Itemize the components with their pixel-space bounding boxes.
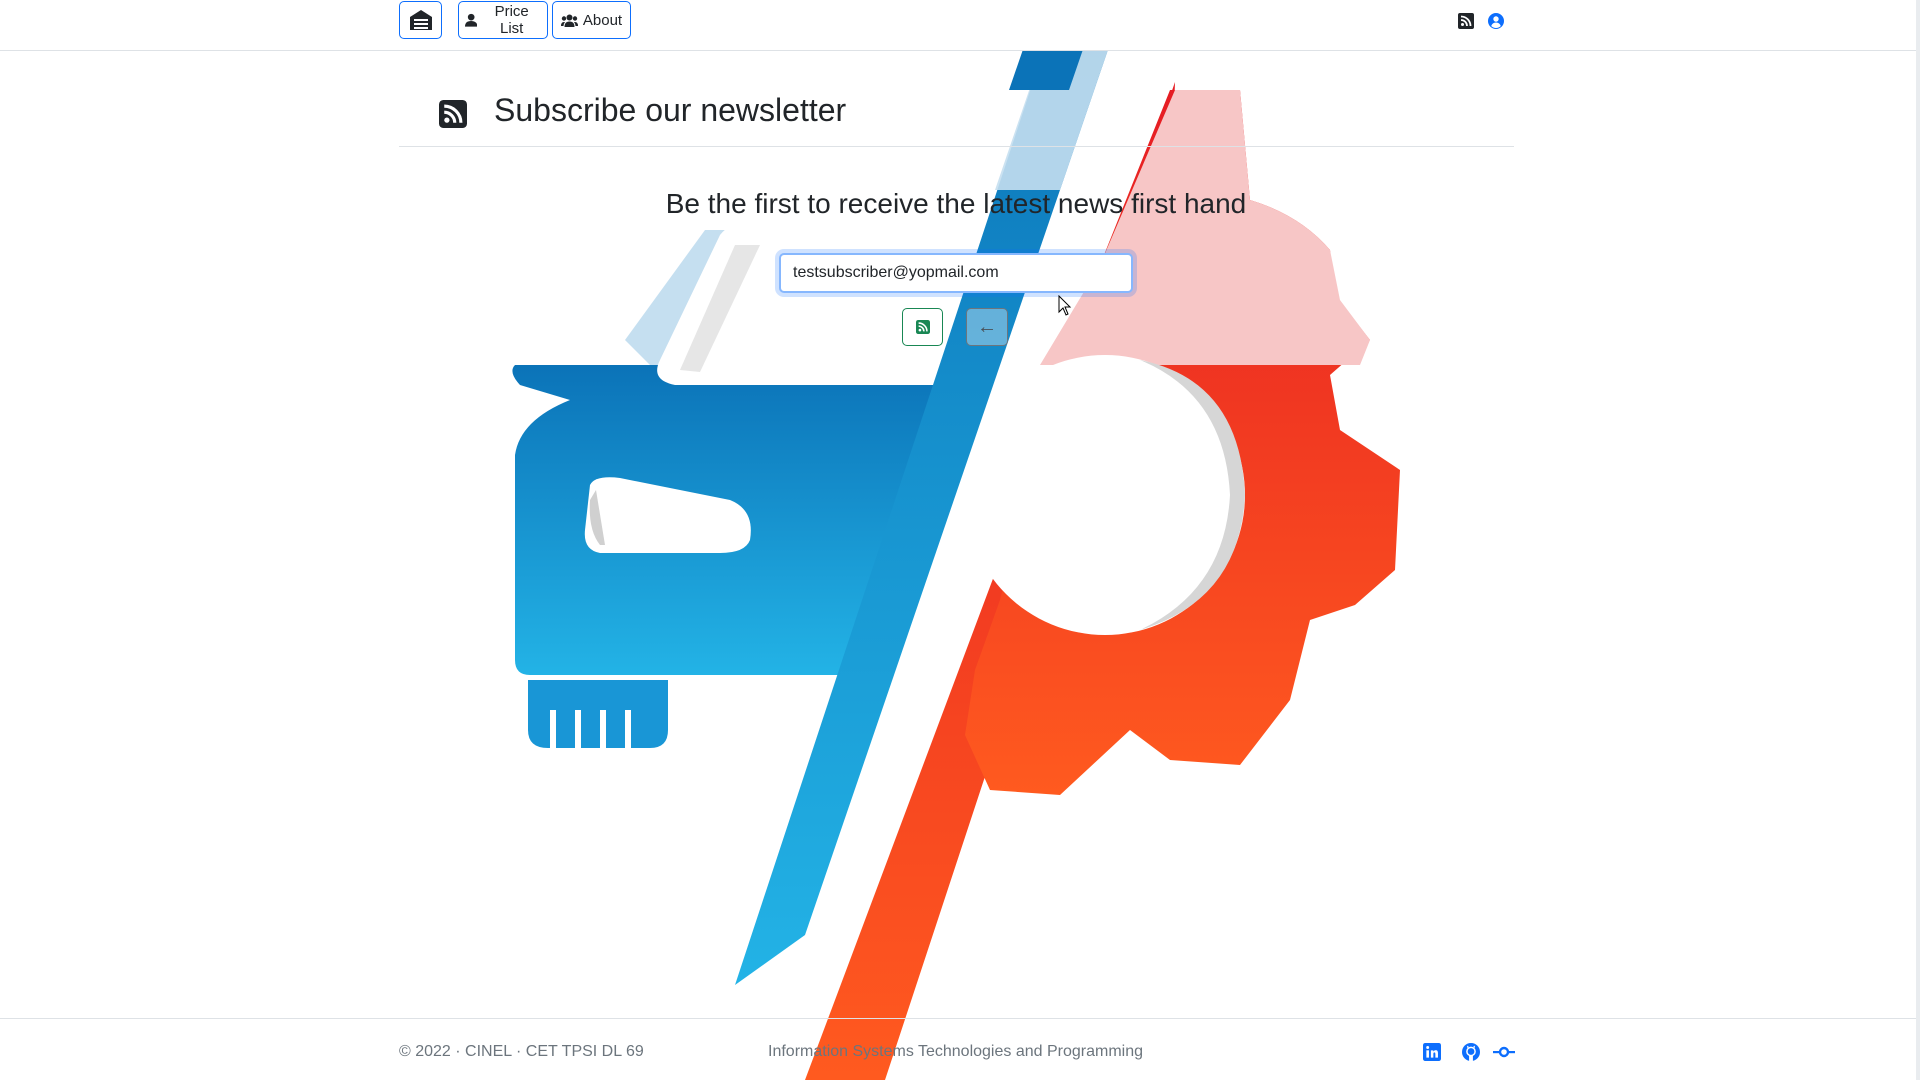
linkedin-icon[interactable] <box>1423 1043 1441 1061</box>
price-list-label: Price List <box>494 3 529 37</box>
top-navbar: Price List About <box>0 0 1920 51</box>
page-title: Subscribe our newsletter <box>494 92 847 128</box>
user-circle-icon[interactable] <box>1488 13 1504 29</box>
subscribe-button[interactable] <box>902 308 943 346</box>
rss-icon[interactable] <box>1458 13 1474 29</box>
garage-icon <box>409 10 432 30</box>
price-list-button[interactable]: Price List <box>458 1 548 39</box>
page-header: Subscribe our newsletter <box>399 88 1514 147</box>
email-input[interactable] <box>779 253 1133 293</box>
github-icon[interactable] <box>1462 1043 1480 1061</box>
scrollbar[interactable] <box>1916 0 1920 1080</box>
footer-copyright: © 2022 · CINEL · CET TPSI DL 69 <box>399 1043 644 1060</box>
background-logo <box>512 0 1400 1080</box>
lead-text: Be the first to receive the latest news … <box>665 188 1247 219</box>
user-tie-icon <box>465 13 478 27</box>
back-arrow-icon: ← <box>977 315 997 338</box>
home-button[interactable] <box>399 1 442 39</box>
about-label: About <box>582 11 623 29</box>
rss-square-icon <box>439 100 467 128</box>
users-icon <box>560 14 578 27</box>
git-commit-icon[interactable] <box>1493 1043 1515 1061</box>
back-button[interactable]: ← <box>966 308 1008 346</box>
rss-icon <box>915 320 930 334</box>
footer: © 2022 · CINEL · CET TPSI DL 69 Informat… <box>0 1018 1920 1081</box>
mouse-cursor-icon <box>1058 295 1072 316</box>
footer-program: Information Systems Technologies and Pro… <box>768 1043 1143 1060</box>
about-button[interactable]: About <box>552 1 631 39</box>
